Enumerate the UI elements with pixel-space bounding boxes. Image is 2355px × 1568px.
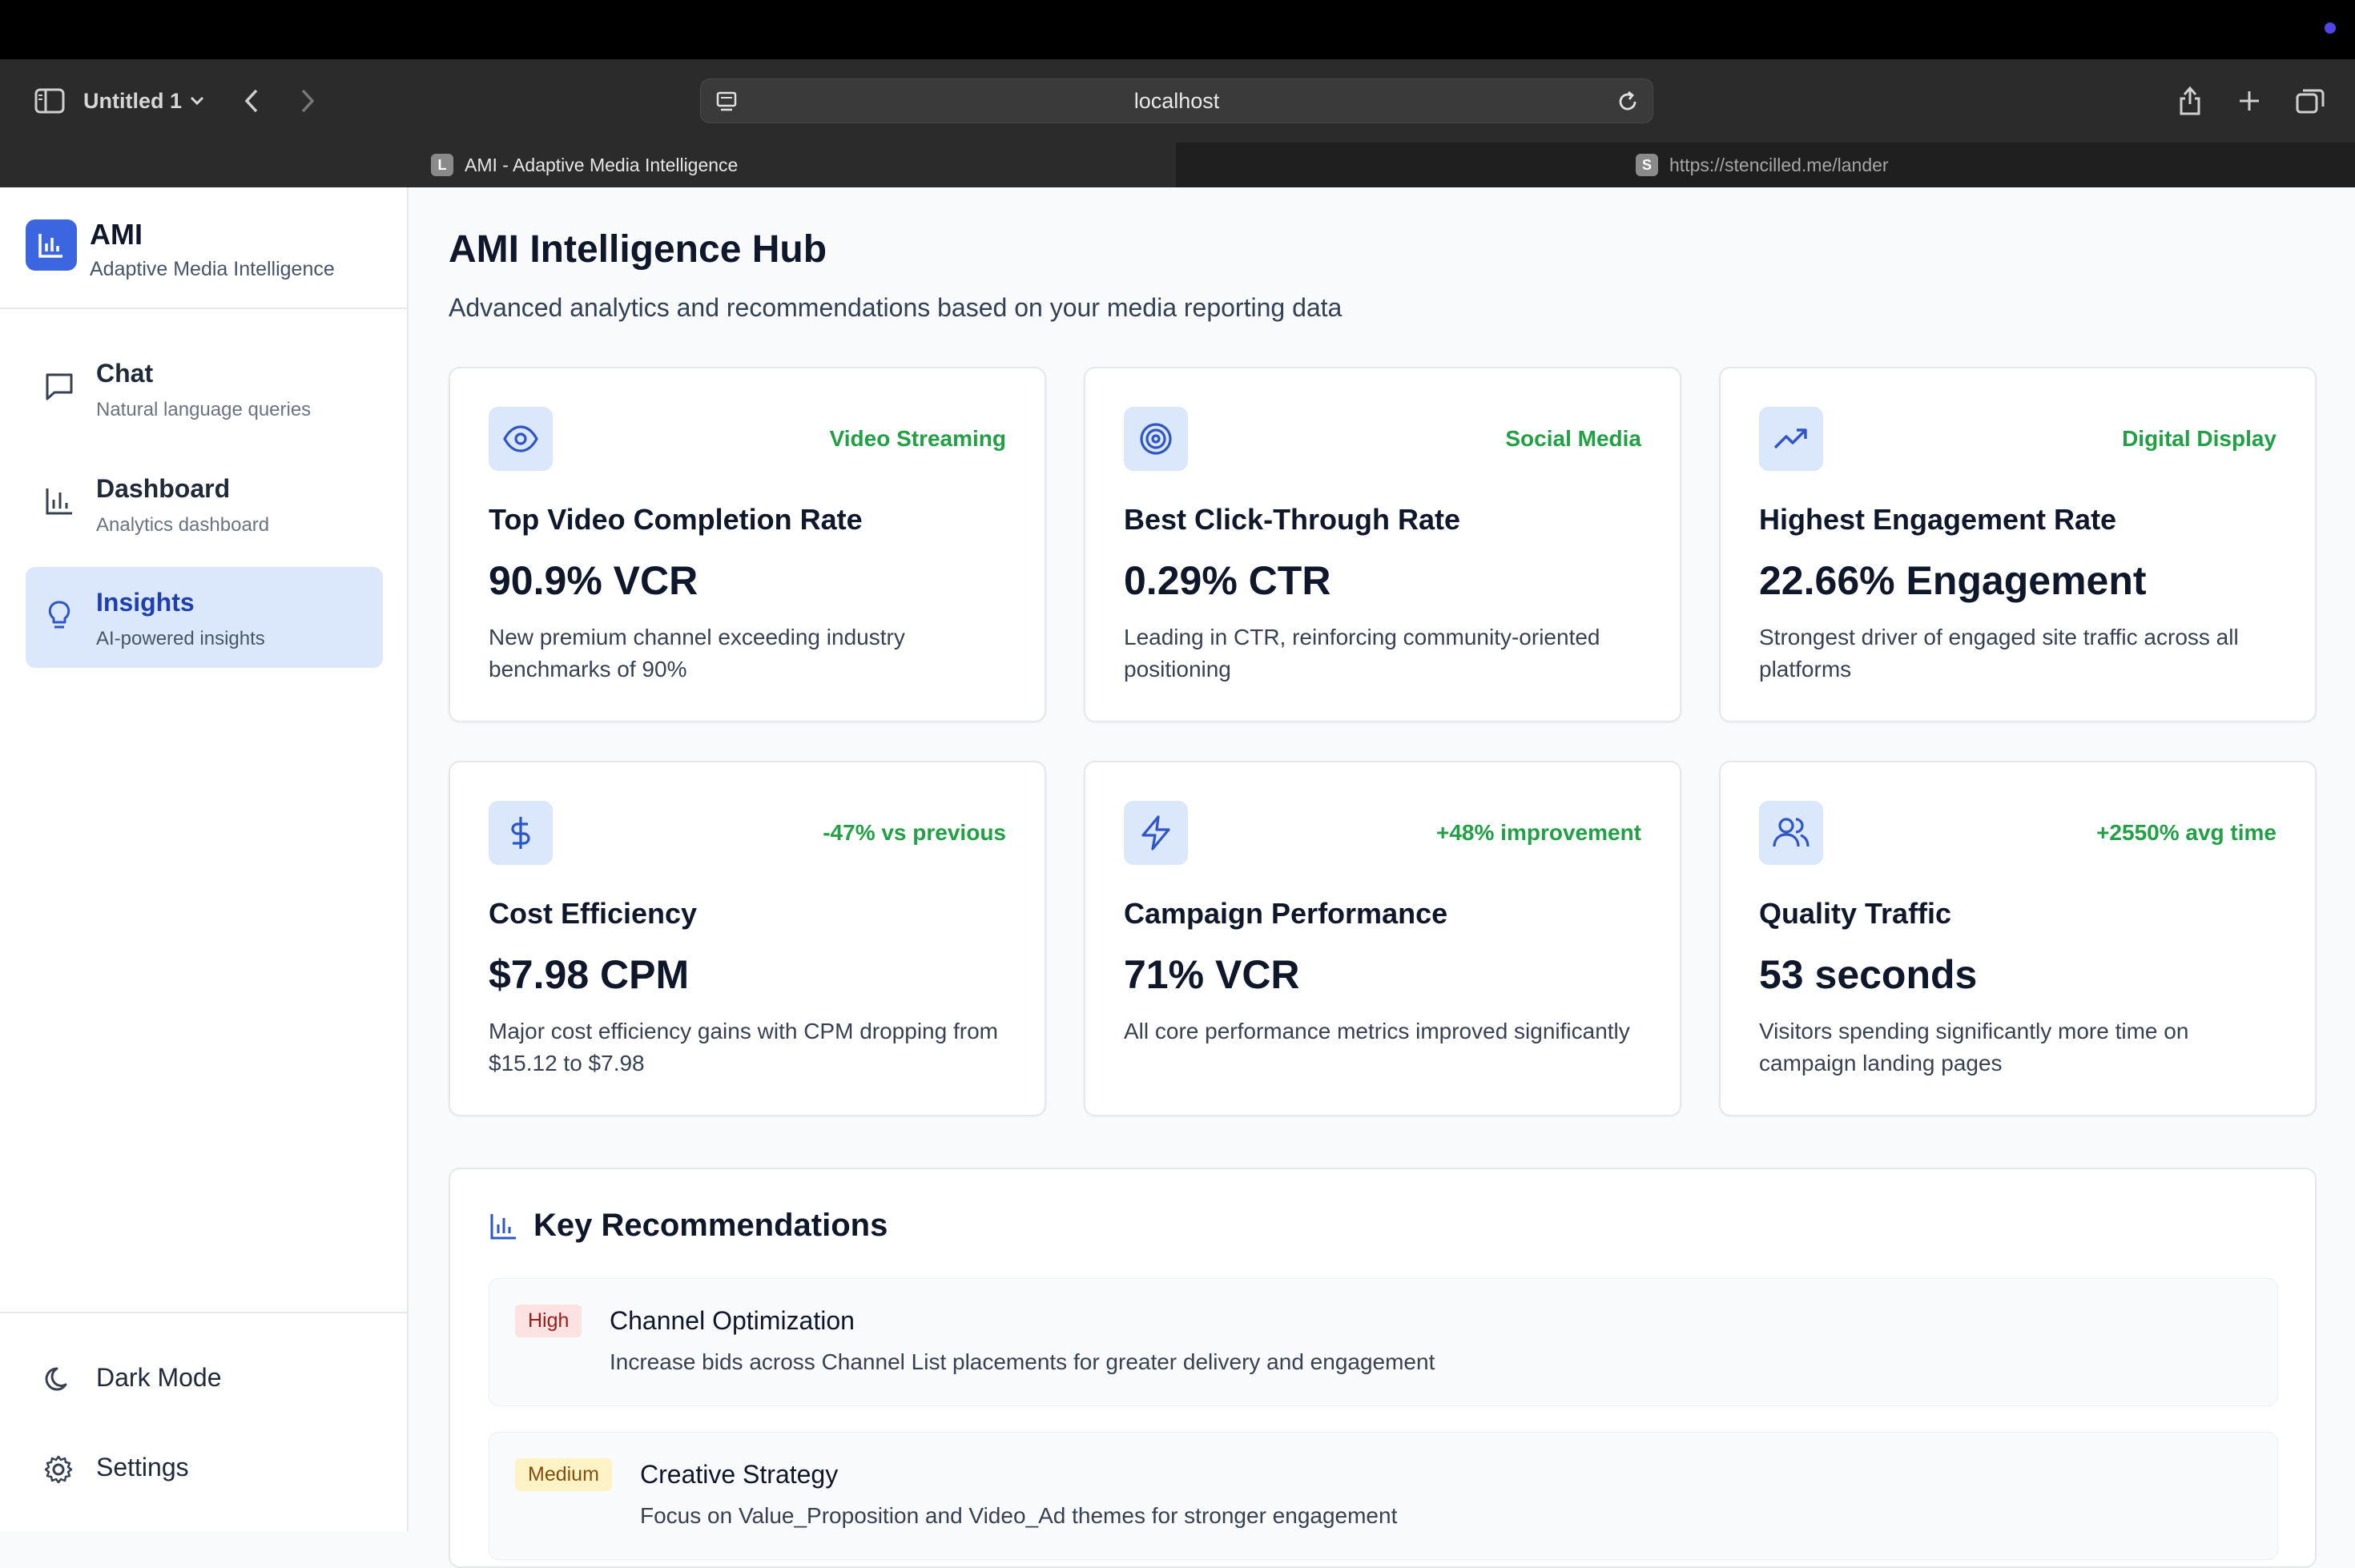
card-tag: Video Streaming bbox=[829, 426, 1006, 451]
settings-label: Settings bbox=[96, 1453, 189, 1482]
recommendation-description: Focus on Value_Proposition and Video_Ad … bbox=[640, 1503, 1398, 1528]
brand-name: AMI bbox=[90, 218, 143, 251]
card-tag: Social Media bbox=[1505, 426, 1641, 451]
card-description: Strongest driver of engaged site traffic… bbox=[1759, 625, 2239, 681]
message-square-icon bbox=[43, 370, 75, 402]
insight-card-video-completion: Video Streaming Top Video Completion Rat… bbox=[449, 367, 1046, 722]
trending-up-icon bbox=[1759, 407, 1823, 471]
recommendations-title: Key Recommendations bbox=[533, 1208, 888, 1243]
sidebar-item-label: Chat bbox=[96, 359, 154, 388]
sidebar-item-insights[interactable]: Insights AI-powered insights bbox=[26, 567, 383, 668]
card-description: All core performance metrics improved si… bbox=[1124, 1019, 1630, 1043]
target-icon bbox=[1124, 407, 1188, 471]
card-tag: +48% improvement bbox=[1436, 820, 1641, 845]
bar-chart-logo-icon bbox=[26, 219, 77, 271]
tab-favicon: S bbox=[1636, 154, 1658, 176]
dollar-icon bbox=[489, 801, 553, 865]
users-icon bbox=[1759, 801, 1823, 865]
tab-label: AMI - Adaptive Media Intelligence bbox=[465, 154, 739, 175]
status-dot bbox=[2325, 22, 2336, 34]
lightbulb-icon bbox=[43, 599, 75, 631]
eye-icon bbox=[489, 407, 553, 471]
priority-badge: High bbox=[515, 1305, 582, 1337]
sidebar-item-label: Insights bbox=[96, 588, 195, 617]
address-bar[interactable]: localhost bbox=[700, 78, 1653, 123]
card-value: 53 seconds bbox=[1759, 952, 1978, 997]
tab-label: https://stencilled.me/lander bbox=[1669, 154, 1889, 175]
window-title: Untitled 1 bbox=[83, 88, 183, 113]
sidebar-toggle-icon[interactable] bbox=[30, 83, 69, 119]
card-title: Best Click-Through Rate bbox=[1124, 503, 1461, 536]
insight-card-campaign-performance: +48% improvement Campaign Performance 71… bbox=[1084, 761, 1681, 1116]
tab-stencilled[interactable]: S https://stencilled.me/lander bbox=[1178, 143, 2355, 187]
card-title: Cost Efficiency bbox=[489, 897, 698, 930]
sidebar-item-sub: Analytics dashboard bbox=[96, 514, 270, 536]
sidebar-item-chat[interactable]: Chat Natural language queries bbox=[26, 338, 383, 439]
recommendation-description: Increase bids across Channel List placem… bbox=[610, 1349, 1435, 1374]
sidebar-item-sub: AI-powered insights bbox=[96, 628, 265, 649]
card-value: 0.29% CTR bbox=[1124, 558, 1331, 603]
url-text: localhost bbox=[1133, 88, 1220, 113]
recommendation-title: Channel Optimization bbox=[610, 1306, 855, 1335]
brand-subtitle: Adaptive Media Intelligence bbox=[90, 258, 335, 280]
brand: AMI Adaptive Media Intelligence bbox=[0, 187, 407, 309]
card-description: New premium channel exceeding industry b… bbox=[489, 625, 905, 681]
recommendation-item[interactable]: Medium Creative Strategy Focus on Value_… bbox=[489, 1432, 2278, 1560]
recommendations-header: Key Recommendations bbox=[489, 1208, 888, 1244]
key-recommendations-panel: Key Recommendations High Channel Optimiz… bbox=[449, 1168, 2317, 1568]
tab-favicon: L bbox=[431, 154, 453, 176]
new-tab-icon[interactable] bbox=[2233, 83, 2265, 119]
recommendation-title: Creative Strategy bbox=[640, 1460, 839, 1489]
page-title: AMI Intelligence Hub bbox=[449, 228, 827, 271]
forward-arrow-icon[interactable] bbox=[293, 83, 322, 119]
main-content: AMI Intelligence Hub Advanced analytics … bbox=[409, 187, 2355, 1568]
share-icon[interactable] bbox=[2174, 82, 2206, 120]
dark-mode-label: Dark Mode bbox=[96, 1363, 222, 1392]
card-tag: Digital Display bbox=[2122, 426, 2276, 451]
card-title: Highest Engagement Rate bbox=[1759, 503, 2117, 536]
tab-ami[interactable]: L AMI - Adaptive Media Intelligence bbox=[0, 143, 1176, 187]
tab-bar: L AMI - Adaptive Media Intelligence S ht… bbox=[0, 143, 2355, 187]
settings-button[interactable]: Settings bbox=[26, 1440, 378, 1496]
card-description: Visitors spending significantly more tim… bbox=[1759, 1019, 2189, 1075]
insight-card-engagement: Digital Display Highest Engagement Rate … bbox=[1719, 367, 2317, 722]
insight-card-cost-efficiency: -47% vs previous Cost Efficiency $7.98 C… bbox=[449, 761, 1046, 1116]
card-description: Major cost efficiency gains with CPM dro… bbox=[489, 1019, 998, 1075]
chevron-down-icon bbox=[190, 96, 204, 106]
card-value: 90.9% VCR bbox=[489, 558, 698, 603]
sidebar-item-sub: Natural language queries bbox=[96, 399, 312, 420]
page-subtitle: Advanced analytics and recommendations b… bbox=[449, 293, 1343, 322]
sidebar-footer: Dark Mode Settings bbox=[0, 1312, 407, 1533]
insight-card-quality-traffic: +2550% avg time Quality Traffic 53 secon… bbox=[1719, 761, 2317, 1116]
lightning-icon bbox=[1124, 801, 1188, 865]
recommendation-item[interactable]: High Channel Optimization Increase bids … bbox=[489, 1278, 2278, 1406]
bar-chart-icon bbox=[489, 1211, 519, 1241]
tab-overview-icon[interactable] bbox=[2293, 83, 2328, 119]
moon-icon bbox=[43, 1365, 74, 1395]
card-tag: +2550% avg time bbox=[2096, 820, 2276, 845]
card-title: Quality Traffic bbox=[1759, 897, 1952, 930]
card-value: 71% VCR bbox=[1124, 952, 1300, 997]
insight-card-click-through: Social Media Best Click-Through Rate 0.2… bbox=[1084, 367, 1681, 722]
card-title: Campaign Performance bbox=[1124, 897, 1448, 930]
card-value: 22.66% Engagement bbox=[1759, 558, 2147, 603]
card-value: $7.98 CPM bbox=[489, 952, 690, 997]
reload-icon[interactable] bbox=[1616, 90, 1640, 114]
window-title-menu[interactable]: Untitled 1 bbox=[83, 83, 204, 119]
dark-mode-toggle[interactable]: Dark Mode bbox=[26, 1350, 378, 1406]
gear-icon bbox=[43, 1454, 74, 1485]
card-tag: -47% vs previous bbox=[823, 820, 1006, 845]
sidebar-item-label: Dashboard bbox=[96, 474, 231, 503]
card-title: Top Video Completion Rate bbox=[489, 503, 863, 536]
browser-toolbar: Untitled 1 localhost bbox=[0, 59, 2355, 143]
bar-chart-icon bbox=[43, 485, 75, 517]
priority-badge: Medium bbox=[515, 1458, 612, 1491]
sidebar: AMI Adaptive Media Intelligence Chat Nat… bbox=[0, 187, 409, 1531]
menu-bar bbox=[0, 0, 2355, 59]
back-arrow-icon[interactable] bbox=[237, 83, 266, 119]
sidebar-item-dashboard[interactable]: Dashboard Analytics dashboard bbox=[26, 453, 383, 554]
card-description: Leading in CTR, reinforcing community-or… bbox=[1124, 625, 1600, 681]
